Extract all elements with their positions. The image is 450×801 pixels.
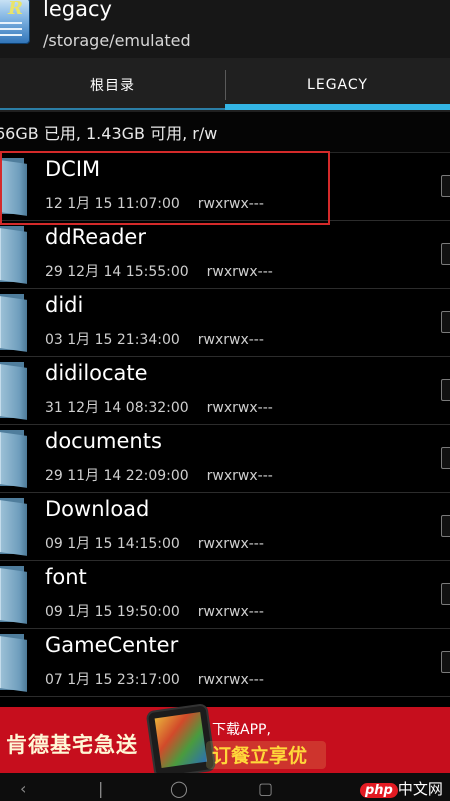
file-meta: 29 12月 14 15:55:00 rwxrwx--- xyxy=(45,261,273,281)
select-checkbox[interactable] xyxy=(441,447,450,469)
watermark-logo: php xyxy=(360,783,398,798)
file-permissions: rwxrwx--- xyxy=(206,468,273,484)
watermark-text: 中文网 xyxy=(397,780,443,798)
file-meta: 03 1月 15 21:34:00 rwxrwx--- xyxy=(45,329,264,349)
tab-indicator-active xyxy=(225,104,450,110)
folder-icon xyxy=(0,362,30,420)
file-meta: 09 1月 15 14:15:00 rwxrwx--- xyxy=(45,533,264,553)
file-meta: 09 1月 15 19:50:00 rwxrwx--- xyxy=(45,601,264,621)
file-permissions: rwxrwx--- xyxy=(206,264,273,280)
app-icon[interactable]: R xyxy=(0,0,30,44)
file-date: 09 1月 15 19:50:00 xyxy=(45,604,180,620)
home-icon[interactable]: ◯ xyxy=(170,781,188,797)
select-checkbox[interactable] xyxy=(441,583,450,605)
select-checkbox[interactable] xyxy=(441,651,450,673)
file-row[interactable]: didilocate 31 12月 14 08:32:00 rwxrwx--- xyxy=(0,357,450,425)
tab-root[interactable]: 根目录 xyxy=(0,58,225,112)
folder-icon xyxy=(0,634,30,692)
file-meta: 31 12月 14 08:32:00 rwxrwx--- xyxy=(45,397,273,417)
file-meta: 07 1月 15 23:17:00 rwxrwx--- xyxy=(45,669,264,689)
file-list: DCIM 12 1月 15 11:07:00 rwxrwx--- ddReader… xyxy=(0,153,450,708)
file-name: Download xyxy=(45,497,150,521)
file-date: 12 1月 15 11:07:00 xyxy=(45,196,180,212)
phone-icon xyxy=(147,705,215,777)
folder-icon xyxy=(0,158,30,216)
file-meta: 29 11月 14 22:09:00 rwxrwx--- xyxy=(45,465,273,485)
file-meta: 12 1月 15 11:07:00 rwxrwx--- xyxy=(45,193,264,213)
select-checkbox[interactable] xyxy=(441,311,450,333)
tab-indicator-track xyxy=(0,108,225,110)
file-date: 09 1月 15 14:15:00 xyxy=(45,536,180,552)
storage-info: 66GB 已用, 1.43GB 可用, r/w xyxy=(0,124,218,143)
file-row[interactable]: documents 29 11月 14 22:09:00 rwxrwx--- xyxy=(0,425,450,493)
file-name: DCIM xyxy=(45,157,101,181)
ad-line-2: 订餐立享优 xyxy=(212,745,308,767)
file-permissions: rwxrwx--- xyxy=(197,672,264,688)
select-checkbox[interactable] xyxy=(441,515,450,537)
ad-line-1: 下载APP, xyxy=(212,722,271,738)
file-permissions: rwxrwx--- xyxy=(197,536,264,552)
folder-icon xyxy=(0,294,30,352)
file-name: didilocate xyxy=(45,361,148,385)
file-date: 07 1月 15 23:17:00 xyxy=(45,672,180,688)
menu-icon[interactable]: | xyxy=(98,781,103,797)
file-name: documents xyxy=(45,429,162,453)
ad-banner[interactable]: 肯德基宅急送 下载APP, 订餐立享优 xyxy=(0,705,450,777)
select-checkbox[interactable] xyxy=(441,243,450,265)
recents-icon[interactable]: ▢ xyxy=(258,781,273,797)
file-name: didi xyxy=(45,293,84,317)
file-permissions: rwxrwx--- xyxy=(206,400,273,416)
file-row[interactable]: Download 09 1月 15 14:15:00 rwxrwx--- xyxy=(0,493,450,561)
folder-icon xyxy=(0,430,30,488)
file-row[interactable]: didi 03 1月 15 21:34:00 rwxrwx--- xyxy=(0,289,450,357)
file-permissions: rwxrwx--- xyxy=(197,332,264,348)
file-name: GameCenter xyxy=(45,633,179,657)
file-row[interactable]: font 09 1月 15 19:50:00 rwxrwx--- xyxy=(0,561,450,629)
file-name: ddReader xyxy=(45,225,146,249)
select-checkbox[interactable] xyxy=(441,175,450,197)
site-watermark: php 中文网 xyxy=(360,778,443,799)
file-name: font xyxy=(45,565,87,589)
file-date: 03 1月 15 21:34:00 xyxy=(45,332,180,348)
folder-icon xyxy=(0,566,30,624)
file-date: 29 11月 14 22:09:00 xyxy=(45,468,189,484)
select-checkbox[interactable] xyxy=(441,379,450,401)
file-permissions: rwxrwx--- xyxy=(197,604,264,620)
back-icon[interactable]: ‹ xyxy=(20,781,26,797)
storage-info-bar: 66GB 已用, 1.43GB 可用, r/w xyxy=(0,112,450,153)
action-bar: R legacy /storage/emulated xyxy=(0,0,450,58)
current-path: /storage/emulated xyxy=(43,31,191,50)
file-row[interactable]: ddReader 29 12月 14 15:55:00 rwxrwx--- xyxy=(0,221,450,289)
folder-icon xyxy=(0,498,30,556)
page-title: legacy xyxy=(43,0,112,21)
file-row[interactable]: GameCenter 07 1月 15 23:17:00 rwxrwx--- xyxy=(0,629,450,697)
file-date: 29 12月 14 15:55:00 xyxy=(45,264,189,280)
file-date: 31 12月 14 08:32:00 xyxy=(45,400,189,416)
folder-icon xyxy=(0,226,30,284)
file-permissions: rwxrwx--- xyxy=(197,196,264,212)
file-row[interactable]: DCIM 12 1月 15 11:07:00 rwxrwx--- xyxy=(0,153,450,221)
ad-brand: 肯德基宅急送 xyxy=(6,733,138,757)
